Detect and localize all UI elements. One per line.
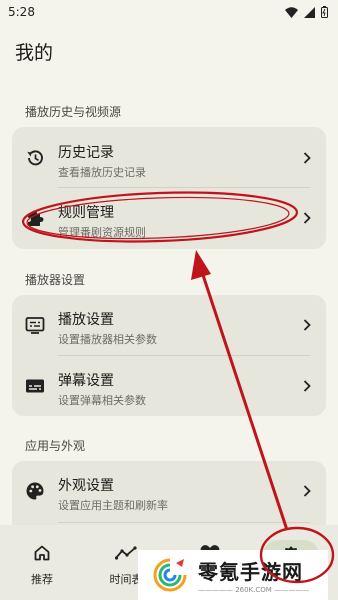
playback-settings-row[interactable]: 播放设置 设置播放器相关参数	[12, 295, 326, 355]
rules-subtitle: 管理番剧资源规则	[58, 226, 146, 239]
danmaku-settings-row[interactable]: 弹幕设置 设置弹幕相关参数	[12, 356, 326, 416]
appearance-settings-title: 外观设置	[58, 478, 114, 494]
watermark-logo-icon	[153, 558, 187, 592]
section-title-appearance: 应用与外观	[25, 439, 86, 453]
status-time: 5:28	[8, 5, 35, 19]
nav-label-recommend: 推荐	[31, 573, 53, 586]
chevron-right-icon	[303, 380, 311, 392]
danmaku-settings-title: 弹幕设置	[58, 373, 114, 389]
history-icon	[25, 148, 45, 168]
nav-item-recommend[interactable]: 推荐	[0, 525, 84, 600]
status-bar: 5:28	[0, 0, 338, 24]
danmaku-settings-subtitle: 设置弹幕相关参数	[58, 394, 146, 407]
palette-icon	[25, 481, 45, 501]
watermark: 零氪手游网 ————— 260K.COM —————	[138, 550, 328, 600]
history-subtitle: 查看播放历史记录	[58, 166, 146, 179]
divider	[58, 522, 310, 523]
chevron-right-icon	[303, 152, 311, 164]
chevron-right-icon	[303, 212, 311, 224]
timeline-icon	[115, 543, 137, 563]
puzzle-icon	[25, 208, 45, 228]
player-settings-icon	[25, 315, 45, 335]
playback-settings-title: 播放设置	[58, 312, 114, 328]
annotation-arrow-head	[191, 250, 211, 280]
wifi-icon	[285, 6, 298, 18]
history-source-card: 历史记录 查看播放历史记录 规则管理 管理番剧资源规则	[12, 127, 326, 249]
rules-row[interactable]: 规则管理 管理番剧资源规则	[12, 188, 326, 248]
subtitles-icon	[25, 376, 45, 396]
status-icons	[285, 6, 328, 18]
appearance-settings-subtitle: 设置应用主题和刷新率	[58, 499, 168, 512]
watermark-title: 零氪手游网	[198, 560, 303, 584]
appearance-settings-row[interactable]: 外观设置 设置应用主题和刷新率	[12, 461, 326, 521]
battery-icon	[321, 6, 328, 18]
signal-icon	[304, 6, 315, 18]
chevron-right-icon	[303, 485, 311, 497]
chevron-right-icon	[303, 319, 311, 331]
section-title-history: 播放历史与视频源	[25, 105, 122, 119]
playback-settings-subtitle: 设置播放器相关参数	[58, 333, 157, 346]
home-icon	[31, 543, 53, 563]
player-settings-card: 播放设置 设置播放器相关参数 弹幕设置 设置弹幕相关参数	[12, 295, 326, 416]
history-title: 历史记录	[58, 145, 114, 161]
section-title-player: 播放器设置	[25, 273, 86, 287]
watermark-url: ————— 260K.COM —————	[198, 586, 310, 594]
page-title: 我的	[15, 42, 54, 64]
history-row[interactable]: 历史记录 查看播放历史记录	[12, 128, 326, 188]
rules-title: 规则管理	[58, 205, 114, 221]
